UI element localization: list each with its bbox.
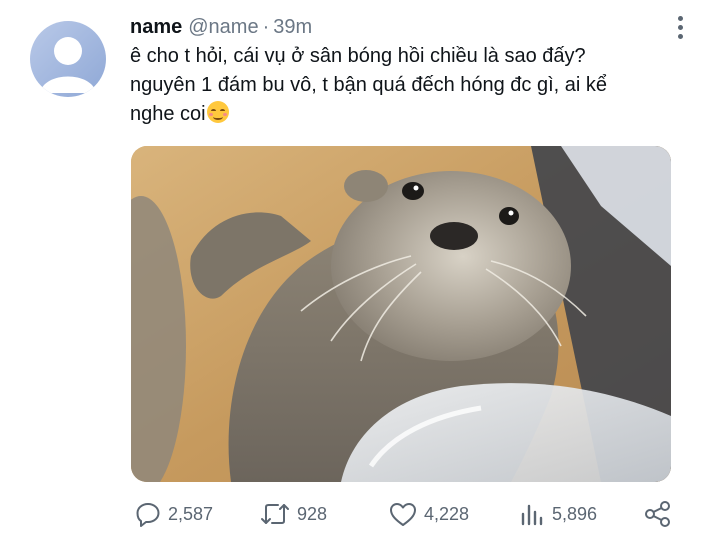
timestamp[interactable]: 39m bbox=[273, 16, 312, 39]
tweet-media-image[interactable] bbox=[131, 146, 671, 482]
heart-icon bbox=[390, 503, 416, 526]
tweet-actions: 2,587 928 4,228 5,896 bbox=[0, 496, 720, 532]
retweet-count: 928 bbox=[297, 503, 328, 524]
more-dot-icon bbox=[677, 24, 683, 30]
tweet-line-3-text: nghe coi bbox=[130, 103, 206, 125]
more-dot-icon bbox=[677, 33, 683, 39]
tweet-text: ê cho t hỏi, cái vụ ở sân bóng hồi chiều… bbox=[130, 42, 670, 129]
like-count: 4,228 bbox=[424, 503, 470, 524]
tweet-line-2: nguyên 1 đám bu vô, t bận quá đếch hóng … bbox=[130, 74, 608, 96]
reply-count: 2,587 bbox=[168, 503, 214, 524]
retweet-icon bbox=[261, 504, 289, 524]
views-count: 5,896 bbox=[552, 503, 598, 524]
avatar[interactable] bbox=[30, 21, 106, 97]
views-bar-chart-icon bbox=[521, 504, 543, 526]
more-options-button[interactable] bbox=[668, 12, 692, 42]
default-avatar-icon bbox=[40, 37, 96, 93]
display-name[interactable]: name bbox=[130, 16, 182, 39]
like-button[interactable]: 4,228 bbox=[388, 496, 469, 532]
more-dot-icon bbox=[677, 15, 683, 21]
reply-button[interactable]: 2,587 bbox=[134, 496, 213, 532]
smiling-face-with-blush-emoji bbox=[206, 101, 229, 123]
views-button[interactable]: 5,896 bbox=[518, 496, 597, 532]
share-button[interactable] bbox=[643, 496, 673, 532]
retweet-button[interactable]: 928 bbox=[259, 496, 327, 532]
user-handle[interactable]: @name bbox=[188, 16, 258, 39]
tweet-header: name @name · 39m bbox=[130, 14, 312, 40]
share-icon bbox=[645, 501, 670, 527]
tweet-line-1: ê cho t hỏi, cái vụ ở sân bóng hồi chiều… bbox=[130, 45, 586, 67]
tweet[interactable]: name @name · 39m ê cho t hỏi, cái vụ ở s… bbox=[0, 0, 720, 543]
tweet-line-3: nghe coi bbox=[130, 100, 670, 129]
separator-dot: · bbox=[262, 15, 270, 38]
reply-icon bbox=[136, 503, 160, 527]
otter-photo bbox=[131, 146, 671, 482]
